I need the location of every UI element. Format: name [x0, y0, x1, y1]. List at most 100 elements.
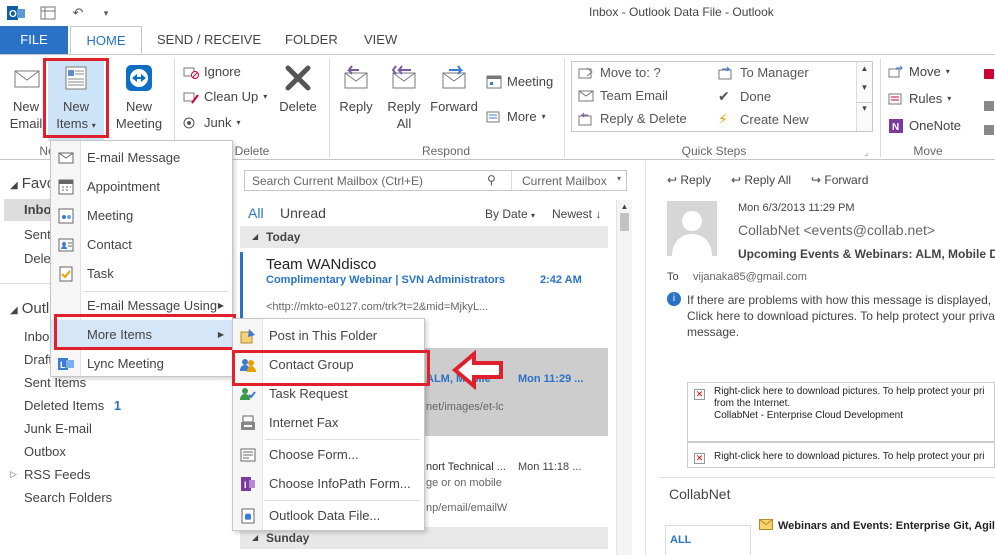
blocked-image-box[interactable]: ✕ Right-click here to download pictures.…: [687, 382, 995, 442]
menu-item-email-message[interactable]: E-mail Message: [51, 143, 232, 172]
search-scope-select[interactable]: Current Mailbox: [522, 174, 607, 188]
more-respond-button[interactable]: More ▾: [486, 107, 546, 127]
new-items-button[interactable]: New Items ▾: [48, 59, 104, 141]
menu-item-contact-group[interactable]: Contact Group: [233, 350, 424, 379]
menu-item-contact[interactable]: Contact: [51, 230, 232, 259]
tab-home[interactable]: HOME: [70, 26, 142, 54]
menu-item-appointment[interactable]: Appointment: [51, 172, 232, 201]
chevron-down-icon: ▾: [263, 92, 268, 101]
group-header-today[interactable]: ◢ Today: [240, 226, 608, 248]
quick-step-to-manager[interactable]: To Manager: [718, 65, 809, 80]
dialog-launcher-icon[interactable]: ⌟: [864, 147, 868, 158]
contact-group-icon: [240, 358, 256, 372]
tab-file[interactable]: FILE: [0, 26, 68, 54]
send-receive-icon[interactable]: [38, 3, 58, 23]
flag-icon[interactable]: [984, 69, 994, 79]
folder-outbox[interactable]: Outbox: [24, 444, 66, 459]
ignore-label: Ignore: [204, 64, 241, 79]
forward-action[interactable]: ↪ Forward: [811, 173, 868, 187]
scroll-down-icon[interactable]: ▼: [857, 83, 872, 92]
menu-item-choose-infopath-form[interactable]: I Choose InfoPath Form...: [233, 469, 424, 498]
reply-button[interactable]: Reply: [336, 59, 376, 115]
forward-action-label: Forward: [824, 173, 869, 187]
reading-pane-divider: [645, 161, 646, 555]
new-meeting-button[interactable]: New Meeting: [110, 59, 168, 132]
favorite-deleted[interactable]: Dele: [24, 251, 51, 266]
quick-step-team-email[interactable]: Team Email: [578, 88, 668, 103]
junk-button[interactable]: Junk ▾: [183, 113, 240, 133]
menu-item-email-message-using[interactable]: E-mail Message Using ▶: [51, 291, 232, 320]
menu-item-internet-fax[interactable]: Internet Fax: [233, 408, 424, 437]
quick-step-move-to[interactable]: Move to: ?: [578, 65, 661, 80]
favorites-header[interactable]: ◢ Favo: [10, 175, 55, 192]
categorize-icon[interactable]: [984, 101, 994, 111]
message-time: 2:42 AM: [540, 274, 582, 286]
forward-button[interactable]: Forward: [428, 59, 480, 115]
delete-button[interactable]: Delete: [276, 59, 320, 115]
quick-step-done[interactable]: ✔ Done: [718, 88, 771, 105]
menu-item-task-request[interactable]: Task Request: [233, 379, 424, 408]
folder-search-folders[interactable]: Search Folders: [24, 490, 112, 505]
tab-all[interactable]: ALL: [670, 534, 691, 546]
quick-steps-scrollbar[interactable]: ▲ ▼ ▾: [856, 62, 872, 131]
filter-all[interactable]: All: [248, 205, 264, 221]
reply-action[interactable]: ↩ Reply: [667, 173, 711, 187]
quick-step-create-new-label: Create New: [740, 112, 809, 127]
search-box[interactable]: Search Current Mailbox (Ctrl+E) ⚲ Curren…: [244, 170, 627, 191]
new-email-button[interactable]: New Email: [4, 59, 48, 132]
sort-order-toggle[interactable]: Newest ↓: [552, 207, 601, 221]
chevron-down-icon[interactable]: ▾: [617, 174, 621, 183]
expand-gallery-icon[interactable]: ▾: [857, 102, 872, 114]
new-items-menu: E-mail Message Appointment Meeting Conta…: [50, 140, 233, 377]
menu-item-outlook-data-file[interactable]: Outlook Data File...: [233, 501, 424, 530]
new-email-label-1: New: [12, 99, 39, 114]
menu-item-lync-meeting[interactable]: L Lync Meeting: [51, 349, 232, 378]
blocked-image-text: Right-click here to download pictures. T…: [714, 386, 985, 397]
menu-item-post-in-folder[interactable]: Post in This Folder: [233, 321, 424, 350]
folder-drafts[interactable]: Draft: [24, 352, 52, 367]
folder-junk-email[interactable]: Junk E-mail: [24, 421, 92, 436]
scrollbar-thumb[interactable]: [620, 213, 629, 231]
qat-dropdown-icon[interactable]: ▾: [96, 3, 116, 23]
reply-all-action[interactable]: ↩ Reply All: [731, 173, 791, 187]
tag-icon[interactable]: [984, 125, 994, 135]
reply-all-button[interactable]: Reply All: [382, 59, 426, 132]
meeting-button[interactable]: Meeting: [486, 72, 553, 92]
search-icon[interactable]: ⚲: [487, 173, 496, 187]
folder-inbox[interactable]: Inbo: [24, 329, 49, 344]
message-list-scrollbar[interactable]: ▲: [616, 200, 632, 555]
tab-folder[interactable]: FOLDER: [277, 26, 346, 54]
move-button[interactable]: Move ▾: [888, 62, 950, 82]
scroll-up-icon[interactable]: ▲: [617, 202, 632, 211]
quick-step-reply-delete[interactable]: Reply & Delete: [578, 111, 687, 126]
tab-view[interactable]: VIEW: [356, 26, 405, 54]
onenote-button[interactable]: N OneNote: [888, 116, 961, 136]
folder-deleted-items[interactable]: Deleted Items 1: [24, 398, 121, 413]
scroll-up-icon[interactable]: ▲: [857, 64, 872, 73]
menu-item-more-items[interactable]: More Items ▶: [51, 320, 232, 349]
info-line: Click here to download pictures. To help…: [687, 309, 995, 323]
menu-item-meeting[interactable]: Meeting: [51, 201, 232, 230]
undo-icon[interactable]: ↶: [68, 3, 88, 23]
clean-up-button[interactable]: Clean Up ▾: [183, 87, 267, 107]
blocked-image-box[interactable]: ✕ Right-click here to download pictures.…: [687, 442, 995, 468]
rules-button[interactable]: Rules ▾: [888, 89, 951, 109]
folder-rss-feeds[interactable]: ▷ RSS Feeds: [10, 467, 90, 482]
sort-by-dropdown[interactable]: By Date ▾: [485, 207, 535, 221]
info-bar[interactable]: If there are problems with how this mess…: [687, 292, 995, 340]
message-item[interactable]: Team WANdisco Complimentary Webinar | SV…: [240, 248, 608, 322]
ignore-button[interactable]: Ignore: [183, 62, 241, 82]
menu-item-task[interactable]: Task: [51, 259, 232, 288]
outlook-data-file-header[interactable]: ◢ Outl: [10, 300, 49, 317]
quick-step-create-new[interactable]: ⚡ Create New: [718, 111, 809, 128]
tab-send-receive[interactable]: SEND / RECEIVE: [149, 26, 269, 54]
favorite-sent[interactable]: Sent: [24, 227, 51, 242]
message-date: Mon 6/3/2013 11:29 PM: [738, 202, 855, 214]
people-pane-item[interactable]: Webinars and Events: Enterprise Git, Agi…: [778, 520, 995, 532]
message-from[interactable]: CollabNet <events@collab.net>: [738, 222, 935, 238]
menu-item-choose-form[interactable]: Choose Form...: [233, 440, 424, 469]
favorite-inbox[interactable]: Inbo: [24, 202, 51, 217]
filter-unread[interactable]: Unread: [280, 205, 326, 221]
move-group-label: Move: [913, 144, 943, 158]
to-recipient[interactable]: vijanaka85@gmail.com: [693, 271, 807, 283]
